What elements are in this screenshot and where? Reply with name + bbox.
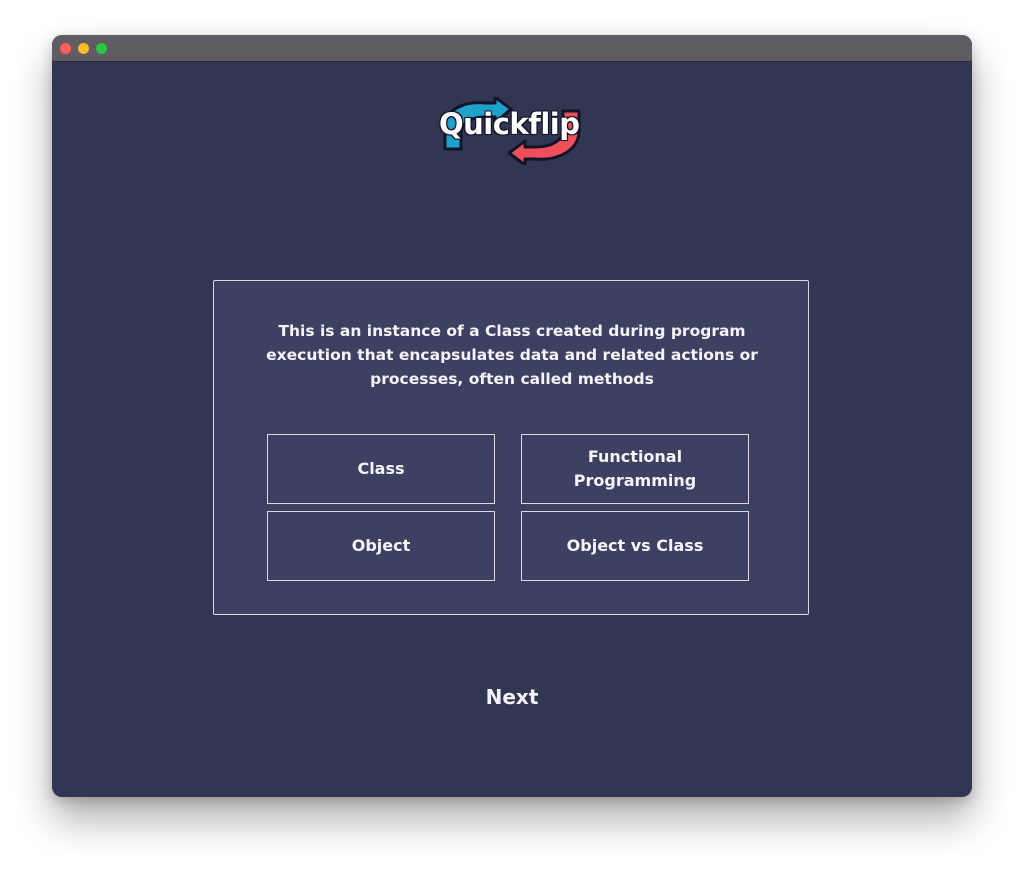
next-button[interactable]: Next [452, 685, 572, 709]
minimize-window-button[interactable] [78, 43, 89, 54]
title-bar [52, 35, 972, 62]
answer-option-object[interactable]: Object [267, 511, 495, 581]
answer-option-functional-programming[interactable]: Functional Programming [521, 434, 749, 504]
answer-option-class[interactable]: Class [267, 434, 495, 504]
answer-option-object-vs-class[interactable]: Object vs Class [521, 511, 749, 581]
app-window: Quickflip This is an instance of a Class… [52, 35, 972, 797]
answer-option-label: Functional Programming [573, 447, 697, 490]
question-card: This is an instance of a Class created d… [213, 280, 809, 615]
question-text: This is an instance of a Class created d… [266, 322, 758, 388]
logo-wordmark: Quickflip [439, 107, 580, 141]
answer-option-label: Object vs Class [566, 536, 704, 555]
zoom-window-button[interactable] [96, 43, 107, 54]
answer-option-label: Object [351, 536, 411, 555]
close-window-button[interactable] [60, 43, 71, 54]
answer-option-label: Class [357, 459, 405, 478]
quickflip-logo: Quickflip [435, 97, 589, 165]
